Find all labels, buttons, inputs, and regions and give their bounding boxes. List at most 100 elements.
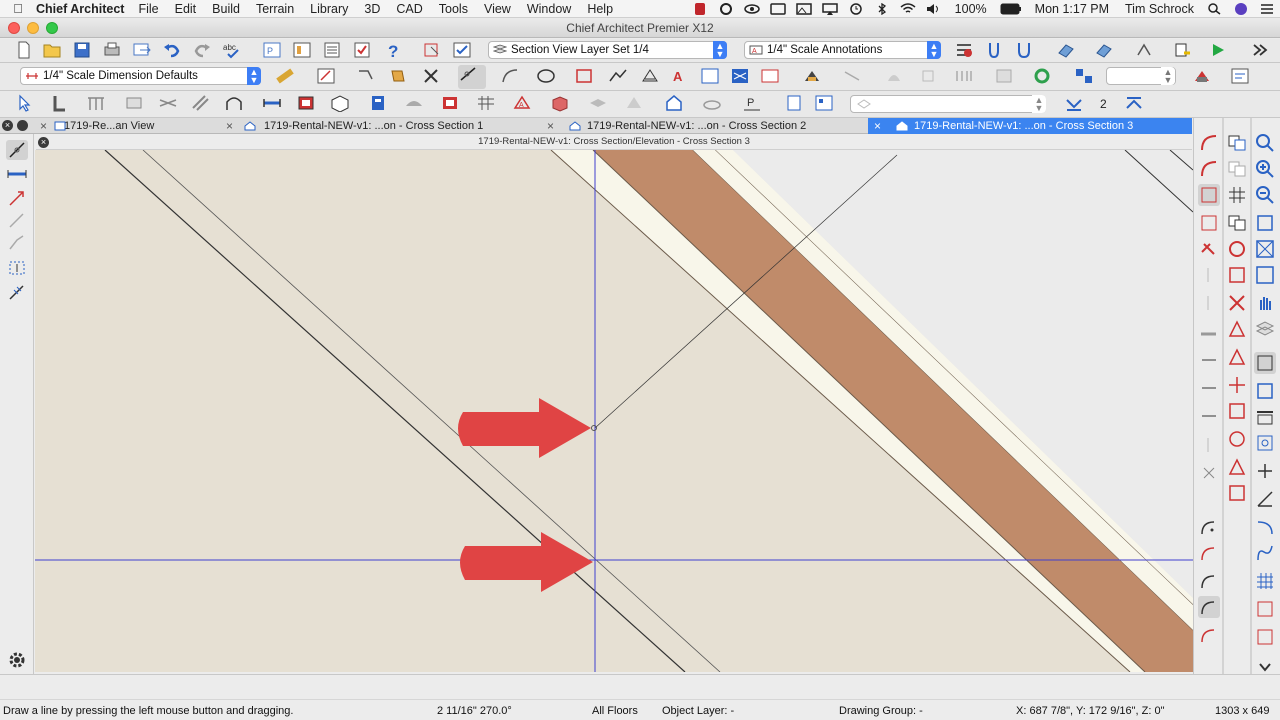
reflect-tool[interactable]: [1226, 264, 1248, 286]
spotlight-search-icon[interactable]: [1207, 3, 1223, 15]
arc-3point-tool[interactable]: [1198, 542, 1220, 564]
arc-edit-tool[interactable]: [1198, 596, 1220, 618]
layout-button[interactable]: [292, 41, 314, 61]
spline-tool[interactable]: [1254, 542, 1276, 564]
line-style-tool[interactable]: [1198, 184, 1220, 206]
menu-clock[interactable]: Mon 1:17 PM: [1035, 2, 1109, 16]
arc-break-tool[interactable]: [1198, 624, 1220, 646]
copy-tool[interactable]: [1226, 158, 1248, 180]
shape-tool-button[interactable]: [624, 94, 646, 114]
transform-button[interactable]: [802, 67, 824, 87]
siri-icon[interactable]: [1233, 3, 1249, 15]
tab-cross-section-1[interactable]: × 1719-Rental-NEW-v1: ...on - Cross Sect…: [220, 118, 538, 134]
grid-tool-button[interactable]: [476, 94, 498, 114]
camera-button[interactable]: [1056, 41, 1078, 61]
room-tool-button[interactable]: [330, 94, 352, 114]
revision-cloud-button[interactable]: A: [670, 67, 692, 87]
layer-display-button[interactable]: [784, 94, 806, 114]
markers-tool-button[interactable]: [388, 67, 410, 87]
dimension-defaults-select[interactable]: 1/4" Scale Dimension Defaults ▲ ▼: [20, 67, 261, 85]
zoom-out-tool[interactable]: [1254, 184, 1276, 206]
battery-icon[interactable]: [1000, 3, 1022, 15]
view-options-button[interactable]: [1230, 67, 1252, 87]
arc-tool-button[interactable]: [500, 67, 522, 87]
close-tab-icon[interactable]: ×: [547, 118, 554, 134]
undo-button[interactable]: [162, 41, 184, 61]
arc-tool[interactable]: [1198, 132, 1220, 154]
frame-tool[interactable]: [1254, 626, 1276, 648]
layer-set-select[interactable]: Section View Layer Set 1/4 ▲ ▼: [488, 41, 727, 59]
cad-block-button[interactable]: [730, 67, 752, 87]
center-tool[interactable]: [1226, 428, 1248, 450]
resize-tool[interactable]: [1226, 346, 1248, 368]
fill-tool-button[interactable]: [640, 67, 662, 87]
delete-objects-button[interactable]: [422, 67, 444, 87]
wall-type-tool[interactable]: [1226, 318, 1248, 340]
close-all-tabs-icon[interactable]: ×: [2, 120, 13, 131]
draw-line-button[interactable]: [458, 65, 486, 89]
zoom-tool[interactable]: [1254, 132, 1276, 154]
plan-view-button[interactable]: P: [262, 41, 284, 61]
close-tab-icon[interactable]: ×: [40, 118, 47, 134]
distribute-button[interactable]: [994, 67, 1016, 87]
volume-icon[interactable]: [926, 3, 942, 15]
refresh-button[interactable]: [1032, 67, 1054, 87]
fill-window-building-tool[interactable]: [1254, 264, 1276, 286]
wall-tool-button[interactable]: [50, 94, 72, 114]
trace-tool-button[interactable]: [1134, 41, 1156, 61]
transform-replicate-tool[interactable]: [1226, 132, 1248, 154]
plant-tool-button[interactable]: [702, 94, 724, 114]
fill-window-tool[interactable]: [1254, 238, 1276, 260]
picture-tool-button[interactable]: [700, 67, 722, 87]
railing-tool-button[interactable]: [86, 94, 108, 114]
draw-line-tool[interactable]: [6, 140, 28, 160]
tab-plan-view[interactable]: × 1719-Re...an View: [34, 118, 224, 134]
terrain-tool-button[interactable]: [404, 94, 426, 114]
menu-view[interactable]: View: [484, 2, 511, 16]
group-tool[interactable]: [1226, 482, 1248, 504]
select-pointer-button[interactable]: [14, 94, 36, 114]
eye-icon[interactable]: [743, 3, 760, 15]
menu-build[interactable]: Build: [212, 2, 240, 16]
notification-center-icon[interactable]: [1259, 3, 1275, 15]
box-arc-tool[interactable]: [1198, 212, 1220, 234]
delete-tool[interactable]: [1226, 292, 1248, 314]
polyline-tool-button[interactable]: [608, 67, 630, 87]
menu-3d[interactable]: 3D: [364, 2, 380, 16]
undo-zoom-tool[interactable]: [1254, 212, 1276, 234]
new-plan-button[interactable]: [14, 41, 36, 61]
layer-settings-button[interactable]: [814, 94, 836, 114]
open-button[interactable]: [42, 41, 64, 61]
extend-tool[interactable]: [1198, 378, 1220, 400]
hatch-tool[interactable]: [1226, 456, 1248, 478]
pan-window-tool[interactable]: [1254, 292, 1276, 314]
delete-arc-tool[interactable]: [1198, 238, 1220, 260]
3d-box-tool-button[interactable]: [550, 94, 572, 114]
rotate-tool[interactable]: [1226, 238, 1248, 260]
menu-edit[interactable]: Edit: [175, 2, 197, 16]
draw-point-arrow-tool[interactable]: [6, 210, 28, 230]
arc-tangent-tool[interactable]: [1198, 158, 1220, 180]
apple-icon[interactable]: : [0, 1, 36, 16]
add-point-tool[interactable]: [1254, 460, 1276, 482]
edit-handles-tool[interactable]: [1254, 352, 1276, 374]
creative-cloud-icon[interactable]: [718, 3, 734, 15]
menu-app-name[interactable]: Chief Architect: [36, 2, 124, 16]
annotation-set-select[interactable]: A 1/4" Scale Annotations ▲ ▼: [744, 41, 941, 59]
menu-terrain[interactable]: Terrain: [256, 2, 294, 16]
window-tool-button[interactable]: [296, 94, 318, 114]
reference-floor-select[interactable]: ▲ ▼: [1106, 67, 1176, 85]
send-to-layout-button[interactable]: [132, 41, 154, 61]
break-line-button[interactable]: [842, 67, 864, 87]
dimension-line-tool[interactable]: [6, 164, 28, 184]
grid-display-tool[interactable]: [1254, 570, 1276, 592]
menu-window[interactable]: Window: [527, 2, 571, 16]
house-tool-button[interactable]: [664, 94, 686, 114]
dimension-tool-button[interactable]: [276, 67, 298, 87]
stairs-tool-button[interactable]: [224, 94, 246, 114]
electrical-tool-button[interactable]: A: [512, 94, 534, 114]
menu-user[interactable]: Tim Schrock: [1125, 2, 1194, 16]
spell-check-button[interactable]: abc: [222, 41, 244, 61]
ruler-tool[interactable]: [1254, 406, 1276, 428]
align-tool[interactable]: [1226, 400, 1248, 422]
